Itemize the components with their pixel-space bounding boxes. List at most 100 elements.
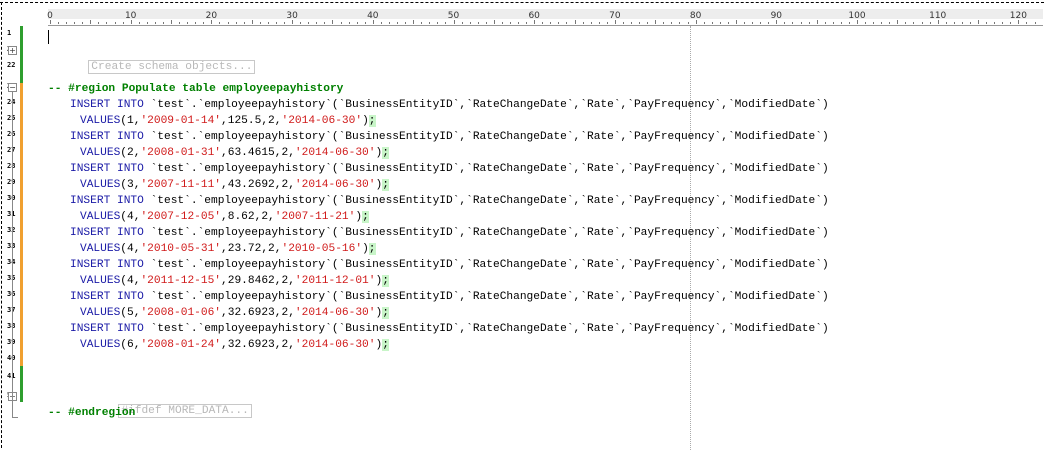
ruler-tick: [937, 20, 939, 24]
ruler-tick: [162, 22, 164, 24]
ruler-tick: [534, 20, 536, 24]
statement-terminator: ;: [382, 147, 389, 159]
ruler-tick: [574, 20, 576, 24]
value-rate: 29.8462: [227, 275, 275, 287]
ruler-tick: [655, 20, 657, 24]
line-number-gutter: 1222232425262728293031323334353637383940…: [3, 26, 29, 448]
value-rate-change-date: '2011-12-15': [140, 275, 222, 287]
statement-terminator: ;: [382, 275, 389, 287]
ruler-tick: [421, 22, 423, 24]
code-line-insert[interactable]: INSERT INTO `test`.`employeepayhistory`(…: [70, 290, 829, 304]
ruler-tick: [82, 22, 84, 24]
ruler-tick: [340, 22, 342, 24]
value-pay-frequency: 2: [268, 115, 275, 127]
ruler-tick: [324, 22, 326, 24]
ruler-tick: [865, 22, 867, 24]
code-line-values[interactable]: VALUES(5,'2008-01-06',32.6923,2,'2014-06…: [80, 306, 389, 320]
ruler-tick: [550, 22, 552, 24]
ruler-tick: [211, 20, 213, 24]
ruler-tick: [784, 22, 786, 24]
code-line-insert[interactable]: INSERT INTO `test`.`employeepayhistory`(…: [70, 226, 829, 240]
collapse-region-icon[interactable]: −: [8, 83, 17, 92]
code-editor[interactable]: 0102030405060708090100110120 12222324252…: [0, 0, 1046, 450]
ruler-tick: [518, 22, 520, 24]
column-ruler: 0 10 20 30 40 50 60 70 80 90 100 110 120: [3, 3, 1043, 26]
ruler-tick: [614, 20, 616, 24]
ruler-tick: [542, 22, 544, 24]
comma: ,: [288, 179, 295, 191]
value-id: 4: [127, 275, 134, 287]
ruler-tick: [695, 20, 697, 24]
expand-schema-icon[interactable]: +: [8, 46, 17, 55]
code-line-insert[interactable]: INSERT INTO `test`.`employeepayhistory`(…: [70, 258, 829, 272]
code-line-values[interactable]: VALUES(1,'2009-01-14',125.5,2,'2014-06-3…: [80, 114, 376, 128]
fold-region-end: [12, 417, 18, 418]
code-line-insert[interactable]: INSERT INTO `test`.`employeepayhistory`(…: [70, 194, 829, 208]
line-number: 1: [7, 29, 12, 37]
value-rate: 125.5: [227, 115, 262, 127]
collapsed-ifdef-block[interactable]: #ifdef MORE_DATA...: [118, 404, 252, 418]
collapsed-schema-block[interactable]: Create schema objects...: [88, 60, 256, 74]
ruler-tick: [986, 22, 988, 24]
code-line-values[interactable]: VALUES(2,'2008-01-31',63.4615,2,'2014-06…: [80, 146, 389, 160]
code-line-values[interactable]: VALUES(4,'2010-05-31',23.72,2,'2010-05-1…: [80, 242, 376, 256]
ruler-tick: [122, 22, 124, 24]
sql-keyword: INSERT INTO: [70, 259, 151, 271]
comma: ,: [221, 307, 228, 319]
code-line-values[interactable]: VALUES(3,'2007-11-11',43.2692,2,'2014-06…: [80, 178, 389, 192]
value-modified-date: '2014-06-30': [281, 115, 363, 127]
ruler-tick: [921, 22, 923, 24]
ruler-tick: [493, 20, 495, 24]
code-text-area[interactable]: Create schema objects... -- #region Popu…: [48, 26, 1046, 448]
paren: (: [120, 243, 128, 255]
value-rate-change-date: '2008-01-24': [140, 339, 222, 351]
sql-keyword: VALUES: [80, 275, 121, 287]
ruler-tick: [154, 22, 156, 24]
ruler-tick: [905, 22, 907, 24]
ruler-tick: [235, 22, 237, 24]
column-list: (`BusinessEntityID`,`RateChangeDate`,`Ra…: [331, 227, 829, 239]
column-list: (`BusinessEntityID`,`RateChangeDate`,`Ra…: [331, 195, 829, 207]
ruler-tick: [437, 22, 439, 24]
ruler-tick: [146, 22, 148, 24]
ruler-tick: [388, 22, 390, 24]
code-line-insert[interactable]: INSERT INTO `test`.`employeepayhistory`(…: [70, 162, 829, 176]
ruler-tick: [1034, 22, 1036, 24]
paren: (: [120, 115, 128, 127]
ruler-tick: [969, 22, 971, 24]
code-line-values[interactable]: VALUES(4,'2007-12-05',8.62,2,'2007-11-21…: [80, 210, 369, 224]
value-rate-change-date: '2008-01-31': [140, 147, 222, 159]
code-line-insert[interactable]: INSERT INTO `test`.`employeepayhistory`(…: [70, 130, 829, 144]
comma: ,: [221, 339, 228, 351]
ruler-tick: [1018, 20, 1020, 24]
ruler-tick: [719, 22, 721, 24]
ruler-tick: [671, 22, 673, 24]
code-line-values[interactable]: VALUES(4,'2011-12-15',29.8462,2,'2011-12…: [80, 274, 389, 288]
ruler-tick: [316, 22, 318, 24]
ruler-tick: [808, 22, 810, 24]
code-line-values[interactable]: VALUES(6,'2008-01-24',32.6923,2,'2014-06…: [80, 338, 389, 352]
value-id: 2: [127, 147, 134, 159]
statement-terminator: ;: [362, 211, 369, 223]
code-line-insert[interactable]: INSERT INTO `test`.`employeepayhistory`(…: [70, 98, 829, 112]
ruler-tick: [881, 22, 883, 24]
value-rate: 63.4615: [227, 147, 275, 159]
paren: (: [120, 275, 128, 287]
value-rate: 8.62: [227, 211, 255, 223]
ruler-tick: [477, 22, 479, 24]
ruler-tick: [792, 22, 794, 24]
value-id: 3: [127, 179, 134, 191]
sql-keyword: VALUES: [80, 211, 121, 223]
ruler-tick: [1026, 22, 1028, 24]
change-bar-saved: [20, 26, 23, 83]
ruler-tick: [590, 22, 592, 24]
ruler-tick: [703, 22, 705, 24]
sql-keyword: VALUES: [80, 179, 121, 191]
column-list: (`BusinessEntityID`,`RateChangeDate`,`Ra…: [331, 163, 829, 175]
ruler-tick: [840, 22, 842, 24]
ruler-tick: [1002, 22, 1004, 24]
ruler-tick: [558, 22, 560, 24]
code-line-insert[interactable]: INSERT INTO `test`.`employeepayhistory`(…: [70, 322, 829, 336]
sql-keyword: INSERT INTO: [70, 227, 151, 239]
column-list: (`BusinessEntityID`,`RateChangeDate`,`Ra…: [331, 259, 829, 271]
